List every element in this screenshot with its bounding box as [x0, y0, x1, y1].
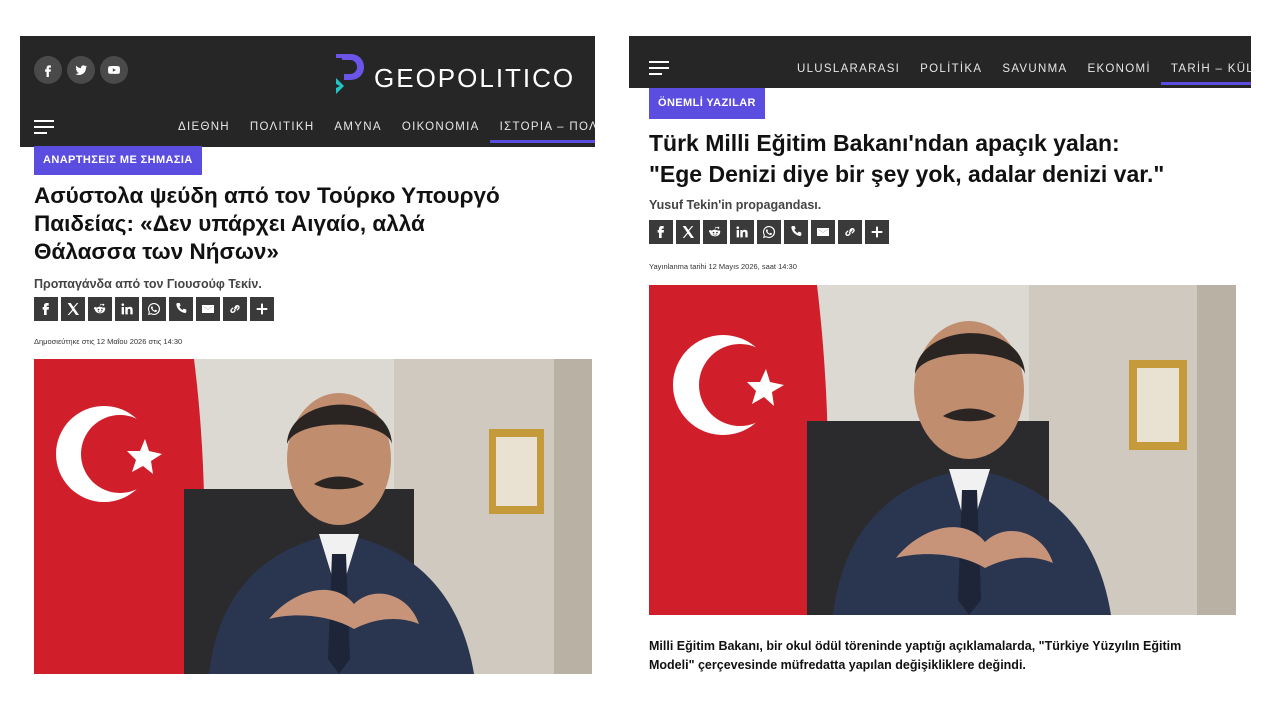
facebook-icon[interactable] [649, 220, 673, 244]
nav-item-tarih[interactable]: TARİH – KÜLT [1160, 63, 1251, 85]
nav-item-amyna[interactable]: ΑΜΥΝΑ [324, 121, 391, 143]
plus-icon[interactable] [865, 220, 889, 244]
article-photo [34, 359, 592, 674]
nav-item-diethni[interactable]: ΔΙΕΘΝΗ [168, 121, 240, 143]
title-line: Θάλασσα των Νήσων» [34, 239, 279, 264]
email-icon[interactable] [196, 297, 220, 321]
caption-line: Milli Eğitim Bakanı, bir okul ödül tören… [649, 639, 1182, 653]
email-icon[interactable] [811, 220, 835, 244]
caption-line: Modeli" çerçevesinde müfredatta yapılan … [649, 658, 1026, 672]
logo-mark-icon [336, 54, 364, 94]
facebook-icon[interactable] [34, 297, 58, 321]
plus-icon[interactable] [250, 297, 274, 321]
turkish-article-screenshot: ULUSLARARASI POLİTİKA SAVUNMA EKONOMİ TA… [629, 36, 1251, 681]
share-bar [649, 220, 889, 244]
menu-icon[interactable] [649, 61, 669, 75]
link-icon[interactable] [223, 297, 247, 321]
viber-icon[interactable] [784, 220, 808, 244]
photo-caption: Milli Eğitim Bakanı, bir okul ödül tören… [649, 637, 1249, 675]
nav-item-politiki[interactable]: ΠΟΛΙΤΙΚΗ [240, 121, 325, 143]
nav-item-savunma[interactable]: SAVUNMA [992, 63, 1077, 85]
youtube-icon[interactable] [100, 56, 128, 84]
nav-item-istoria[interactable]: ΙΣΤΟΡΙΑ – ΠΟΛΙΤΙΣΜ [489, 121, 595, 143]
title-line: "Ege Denizi diye bir şey yok, adalar den… [649, 161, 1165, 187]
nav-item-ekonomi[interactable]: EKONOMİ [1077, 63, 1160, 85]
linkedin-icon[interactable] [115, 297, 139, 321]
twitter-icon[interactable] [67, 56, 95, 84]
nav-item-uluslararasi[interactable]: ULUSLARARASI [787, 63, 910, 85]
menu-icon[interactable] [34, 120, 54, 134]
category-tag[interactable]: ÖNEMLİ YAZILAR [649, 88, 765, 119]
whatsapp-icon[interactable] [142, 297, 166, 321]
logo-text: GEOPOLITICO [374, 62, 576, 93]
reddit-icon[interactable] [88, 297, 112, 321]
main-nav: ΔΙΕΘΝΗ ΠΟΛΙΤΙΚΗ ΑΜΥΝΑ ΟΙΚΟΝΟΜΙΑ ΙΣΤΟΡΙΑ … [20, 110, 595, 147]
site-header: ULUSLARARASI POLİTİKA SAVUNMA EKONOMİ TA… [629, 36, 1251, 88]
linkedin-icon[interactable] [730, 220, 754, 244]
minister-photo-icon [649, 285, 1236, 615]
viber-icon[interactable] [169, 297, 193, 321]
whatsapp-icon[interactable] [757, 220, 781, 244]
link-icon[interactable] [838, 220, 862, 244]
article-subtitle: Προπαγάνδα από τον Γιουσούφ Τεκίν. [34, 277, 262, 291]
article-photo [649, 285, 1236, 615]
site-header: GEOPOLITICO [20, 36, 595, 110]
x-icon[interactable] [61, 297, 85, 321]
share-bar [34, 297, 274, 321]
title-line: Παιδείας: «Δεν υπάρχει Αιγαίο, αλλά [34, 211, 425, 236]
site-logo[interactable]: GEOPOLITICO [332, 48, 575, 100]
title-line: Türk Milli Eğitim Bakanı'ndan apaçık yal… [649, 130, 1120, 156]
publish-date: Yayınlanma tarihi 12 Mayıs 2026, saat 14… [649, 262, 797, 271]
nav-item-politika[interactable]: POLİTİKA [910, 63, 992, 85]
article-subtitle: Yusuf Tekin'in propagandası. [649, 198, 822, 212]
minister-photo-icon [34, 359, 592, 674]
x-icon[interactable] [676, 220, 700, 244]
article-title: Ασύστολα ψεύδη από τον Τούρκο Υπουργό Πα… [34, 182, 594, 266]
publish-date: Δημοσιεύτηκε στις 12 Μαΐου 2026 στις 14:… [34, 337, 183, 346]
reddit-icon[interactable] [703, 220, 727, 244]
title-line: Ασύστολα ψεύδη από τον Τούρκο Υπουργό [34, 183, 500, 208]
nav-item-oikonomia[interactable]: ΟΙΚΟΝΟΜΙΑ [392, 121, 490, 143]
category-tag[interactable]: ΑΝΑΡΤΗΣΕΙΣ ΜΕ ΣΗΜΑΣΙΑ [34, 146, 202, 175]
article-title: Türk Milli Eğitim Bakanı'ndan apaçık yal… [649, 128, 1249, 190]
greek-article-screenshot: GEOPOLITICO ΔΙΕΘΝΗ ΠΟΛΙΤΙΚΗ ΑΜΥΝΑ ΟΙΚΟΝΟ… [20, 36, 595, 681]
facebook-icon[interactable] [34, 56, 62, 84]
